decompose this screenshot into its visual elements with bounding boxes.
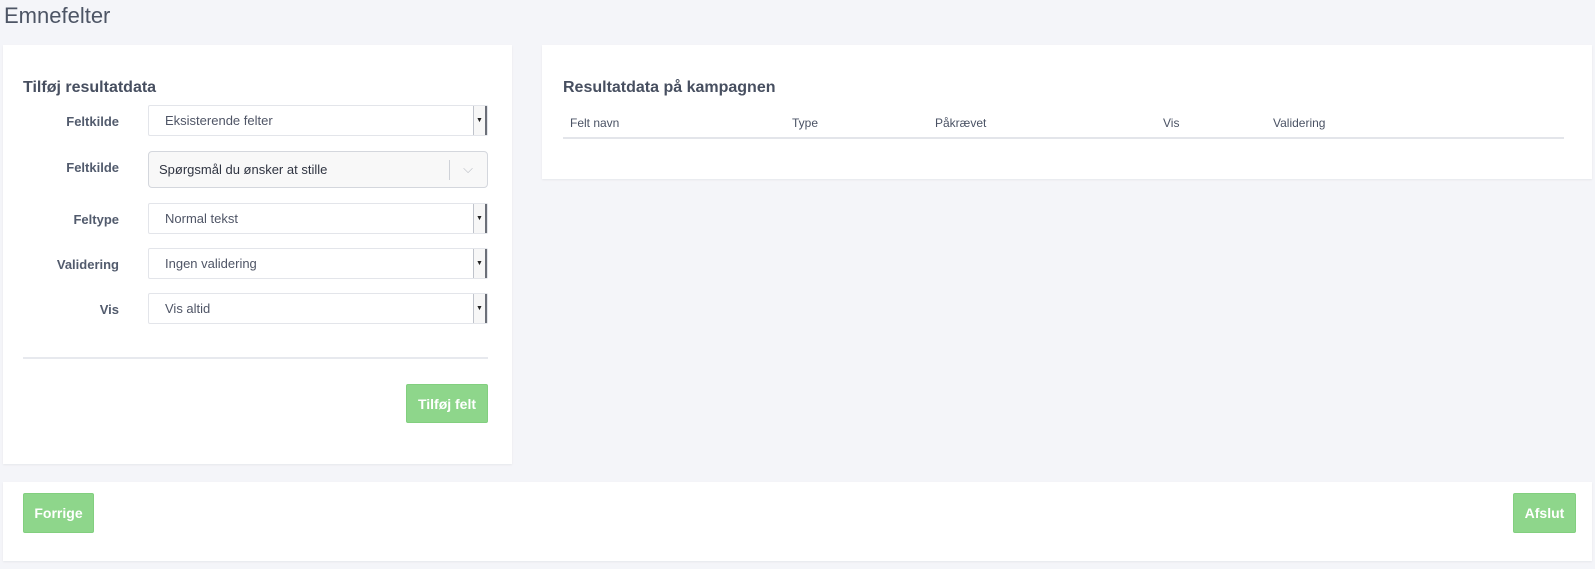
visibility-select[interactable]: Vis altid ▼ xyxy=(148,293,488,324)
column-header-required[interactable]: Påkrævet xyxy=(935,116,986,130)
column-header-type[interactable]: Type xyxy=(792,116,818,130)
campaign-result-data-card: Resultatdata på kampagnen Felt navn Type… xyxy=(542,45,1592,179)
field-type-label: Feltype xyxy=(73,211,119,227)
page-title: Emnefelter xyxy=(4,3,111,28)
validation-value: Ingen validering xyxy=(165,256,257,271)
question-select-value: Spørgsmål du ønsker at stille xyxy=(159,162,328,177)
select-divider xyxy=(449,160,450,180)
validation-select[interactable]: Ingen validering ▼ xyxy=(148,248,488,279)
visibility-row: Vis Vis altid ▼ xyxy=(3,293,512,325)
validation-row: Validering Ingen validering ▼ xyxy=(3,248,512,280)
add-field-button[interactable]: Tilføj felt xyxy=(406,384,488,423)
field-type-row: Feltype Normal tekst ▼ xyxy=(3,203,512,235)
field-type-select[interactable]: Normal tekst ▼ xyxy=(148,203,488,234)
field-type-value: Normal tekst xyxy=(165,211,238,226)
field-source-select[interactable]: Eksisterende felter ▼ xyxy=(148,105,488,136)
field-source-value: Eksisterende felter xyxy=(165,113,273,128)
column-header-show[interactable]: Vis xyxy=(1163,116,1179,130)
visibility-value: Vis altid xyxy=(165,301,211,316)
footer-bar: Forrige Afslut xyxy=(3,482,1592,561)
finish-button[interactable]: Afslut xyxy=(1513,493,1576,533)
question-source-row: Feltkilde Spørgsmål du ønsker at stille … xyxy=(3,151,512,188)
visibility-label: Vis xyxy=(99,301,119,317)
column-header-field-name[interactable]: Felt navn xyxy=(570,116,619,130)
field-source-label: Feltkilde xyxy=(66,113,119,129)
validation-label: Validering xyxy=(56,256,119,272)
question-select[interactable]: Spørgsmål du ønsker at stille ⌵ xyxy=(148,151,488,188)
field-source-row: Feltkilde Eksisterende felter ▼ xyxy=(3,105,512,137)
add-result-data-title: Tilføj resultatdata xyxy=(23,79,157,96)
column-header-validation[interactable]: Validering xyxy=(1273,116,1325,130)
question-source-label: Feltkilde xyxy=(66,159,119,175)
table-header: Felt navn Type Påkrævet Vis Validering xyxy=(563,112,1564,139)
previous-button[interactable]: Forrige xyxy=(23,493,94,533)
chevron-down-icon[interactable]: ⌵ xyxy=(461,162,475,176)
campaign-result-data-title: Resultatdata på kampagnen xyxy=(563,79,776,96)
chevron-down-icon[interactable]: ▼ xyxy=(473,106,487,135)
form-divider xyxy=(23,357,488,359)
add-result-data-card: Tilføj resultatdata Feltkilde Eksisteren… xyxy=(3,45,512,464)
chevron-down-icon[interactable]: ▼ xyxy=(473,294,487,323)
chevron-down-icon[interactable]: ▼ xyxy=(473,249,487,278)
chevron-down-icon[interactable]: ▼ xyxy=(473,204,487,233)
